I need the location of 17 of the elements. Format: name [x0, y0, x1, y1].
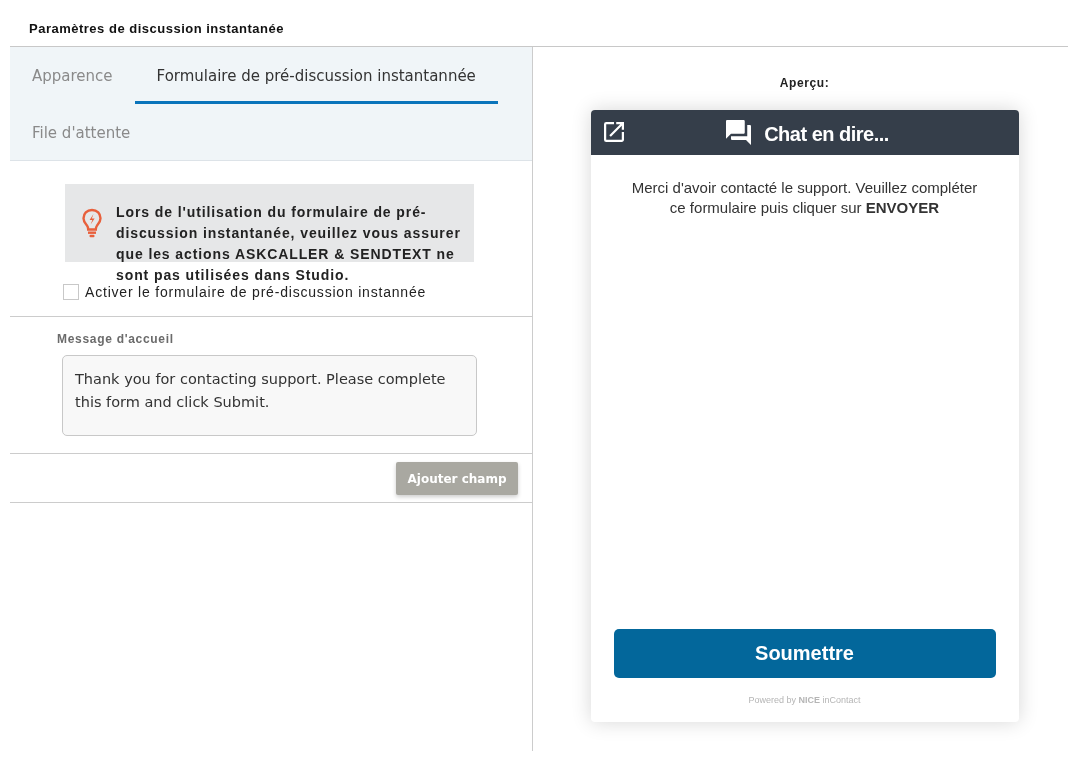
- submit-button[interactable]: Soumettre: [613, 629, 996, 678]
- powered-by-footer: Powered by NICE inContact: [748, 695, 861, 705]
- info-text: Lors de l'utilisation du formulaire de pré-discussion instantanée, veuillez vous assurer que les actions ASKCALLER & SENDTEXT ne sont pas utilisées dans Studio.: [116, 203, 462, 285]
- chat-bubbles-icon: [726, 120, 752, 145]
- field-label: Message d'accueil: [57, 332, 174, 346]
- checkbox-label[interactable]: Activer le formulaire de pré-discussion instannée: [85, 284, 427, 300]
- tab[interactable]: Apparence: [10, 47, 135, 104]
- page-title: Paramètres de discussion instantanée: [29, 21, 284, 36]
- tab[interactable]: File d'attente: [10, 104, 153, 161]
- popout-icon[interactable]: [603, 122, 624, 142]
- preview-label: Aperçu:: [779, 76, 830, 90]
- checkbox[interactable]: [63, 284, 79, 300]
- lightbulb-icon: [82, 208, 102, 238]
- tab[interactable]: Formulaire de pré-discussion instantannée: [134, 47, 498, 104]
- chat-message: Merci d'avoir contacté le support. Veuillez compléter ce formulaire puis cliquer sur ENVOYER: [630, 178, 979, 218]
- welcome-message-field[interactable]: Thank you for contacting support. Please complete this form and click Submit.: [62, 355, 477, 436]
- chat-title: Chat en dire...: [764, 123, 889, 146]
